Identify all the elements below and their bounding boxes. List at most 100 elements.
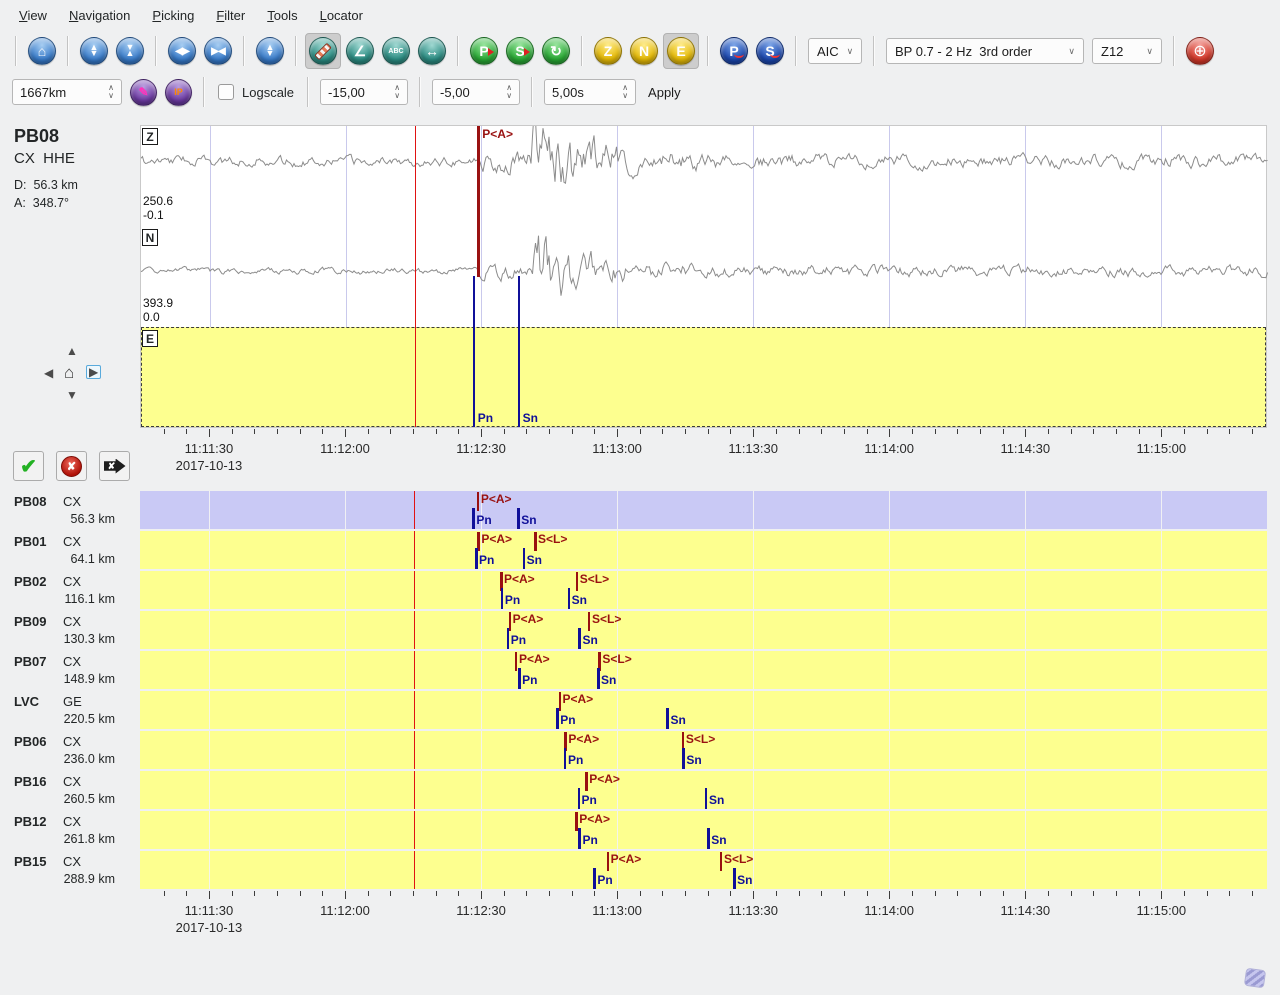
nav-left-button[interactable]: ◀ — [44, 367, 53, 379]
amplitude-zoom-in-button[interactable]: ▼ ▲ — [116, 37, 144, 65]
pick-marker-Pn[interactable] — [578, 828, 581, 849]
station-trace-area[interactable]: P<A>PnSn — [140, 691, 1267, 729]
pick-marker-Sn[interactable] — [523, 548, 526, 569]
time-before-spinbox[interactable]: -15,00 ∧∨ — [320, 79, 408, 105]
station-row[interactable]: PB07 CX 148.9 km P<A>S<L>PnSn — [0, 651, 1280, 689]
nav-right-button[interactable]: ▶ — [86, 365, 101, 379]
pick-marker-Sn[interactable] — [705, 788, 708, 809]
pick-marker-Pn[interactable] — [556, 708, 559, 729]
pick-marker-Pn[interactable] — [501, 588, 504, 609]
pick-marker-PA[interactable] — [477, 492, 480, 511]
waveform-panel[interactable]: Z N E 250.6 -0.1 393.9 0.0 P<A>PnSn — [140, 125, 1267, 428]
relocate-button[interactable]: ⊕ — [1186, 37, 1214, 65]
station-row[interactable]: PB02 CX 116.1 km P<A>S<L>PnSn — [0, 571, 1280, 609]
measure-angle-button[interactable]: ∠ — [346, 37, 374, 65]
channel-label-z[interactable]: Z — [142, 128, 158, 145]
time-zoom-out-button[interactable]: ◀▶ — [168, 37, 196, 65]
scale-amplitudes-button[interactable]: ▲ ▼ — [256, 37, 284, 65]
station-row[interactable]: PB16 CX 260.5 km P<A>PnSn — [0, 771, 1280, 809]
repick-button[interactable]: ↻ — [542, 37, 570, 65]
pick-marker-Pn[interactable] — [564, 748, 567, 769]
pick-marker-Pn[interactable] — [593, 868, 596, 889]
pick-marker-PA[interactable] — [585, 772, 588, 791]
pick-marker-SL[interactable] — [576, 572, 579, 591]
pick-marker-PA[interactable] — [559, 692, 562, 711]
pick-p-button[interactable]: P — [470, 37, 498, 65]
reject-button[interactable]: ✘ — [56, 451, 87, 481]
station-row[interactable]: PB06 CX 236.0 km P<A>S<L>PnSn — [0, 731, 1280, 769]
pick-marker-Sn[interactable] — [733, 868, 736, 889]
apply-button[interactable]: Apply — [640, 85, 689, 100]
menu-tools[interactable]: Tools — [256, 3, 308, 28]
spinner-arrows-icon[interactable]: ∧∨ — [622, 84, 628, 99]
station-row[interactable]: PB12 CX 261.8 km P<A>PnSn — [0, 811, 1280, 849]
pick-marker-PA[interactable] — [477, 126, 480, 277]
spinner-arrows-icon[interactable]: ∧∨ — [108, 84, 114, 99]
pick-marker-Pn[interactable] — [507, 628, 510, 649]
component-e-button[interactable]: E — [667, 37, 695, 65]
time-after-spinbox[interactable]: -5,00 ∧∨ — [432, 79, 520, 105]
pick-marker-Sn[interactable] — [517, 508, 520, 529]
pick-marker-Sn[interactable] — [666, 708, 669, 729]
component-z-button[interactable]: Z — [594, 37, 622, 65]
pick-marker-Sn[interactable] — [682, 748, 685, 769]
station-trace-area[interactable]: P<A>S<L>PnSn — [140, 571, 1267, 609]
theoretical-s-button[interactable]: S — [756, 37, 784, 65]
pick-s-button[interactable]: S — [506, 37, 534, 65]
pick-marker-PA[interactable] — [607, 852, 610, 871]
pick-marker-SL[interactable] — [588, 612, 591, 631]
pick-marker-PA[interactable] — [575, 812, 578, 831]
station-trace-area[interactable]: P<A>S<L>PnSn — [140, 731, 1267, 769]
pick-marker-Sn[interactable] — [568, 588, 571, 609]
nav-home-button[interactable]: ⌂ — [64, 364, 74, 381]
default-view-button[interactable]: ⌂ — [28, 37, 56, 65]
station-trace-area[interactable]: P<A>S<L>PnSn — [140, 531, 1267, 569]
pick-marker-SL[interactable] — [534, 532, 537, 551]
station-trace-area[interactable]: P<A>S<L>PnSn — [140, 851, 1267, 889]
step-spinbox[interactable]: 5,00s ∧∨ — [544, 79, 636, 105]
pick-marker-Pn[interactable] — [475, 548, 478, 569]
menu-view[interactable]: View — [8, 3, 58, 28]
pick-marker-Pn[interactable] — [518, 668, 521, 689]
station-trace-area[interactable]: P<A>PnSn — [140, 811, 1267, 849]
pick-marker-Pn[interactable] — [472, 508, 475, 529]
orientation-combo[interactable]: Z12 ∨ — [1092, 38, 1162, 64]
pick-marker-SL[interactable] — [720, 852, 723, 871]
station-row[interactable]: LVC GE 220.5 km P<A>PnSn — [0, 691, 1280, 729]
pick-marker-Sn[interactable] — [578, 628, 581, 649]
station-row[interactable]: PB08 CX 56.3 km P<A>PnSn — [0, 491, 1280, 529]
pick-marker-Sn[interactable] — [597, 668, 600, 689]
accept-button[interactable]: ✔ — [13, 451, 44, 481]
menu-picking[interactable]: Picking — [141, 3, 205, 28]
station-trace-area[interactable]: P<A>PnSn — [140, 771, 1267, 809]
amplitude-zoom-out-button[interactable]: ▲ ▼ — [80, 37, 108, 65]
menu-navigation[interactable]: Navigation — [58, 3, 141, 28]
size-grip[interactable] — [1244, 968, 1266, 989]
theoretical-p-button[interactable]: P — [720, 37, 748, 65]
picker-algorithm-combo[interactable]: AIC ∨ — [808, 38, 862, 64]
measure-ruler-button[interactable] — [309, 37, 337, 65]
pick-pencil-button[interactable]: ✎ — [130, 79, 157, 106]
filter-combo[interactable]: BP 0.7 - 2 Hz 3rd order ∨ — [886, 38, 1084, 64]
annotate-button[interactable]: ABC — [382, 37, 410, 65]
station-row[interactable]: PB01 CX 64.1 km P<A>S<L>PnSn — [0, 531, 1280, 569]
logscale-checkbox[interactable] — [218, 84, 234, 100]
station-trace-area[interactable]: P<A>S<L>PnSn — [140, 611, 1267, 649]
skip-next-button[interactable]: ✘ — [99, 451, 130, 481]
station-row[interactable]: PB09 CX 130.3 km P<A>S<L>PnSn — [0, 611, 1280, 649]
channel-label-e[interactable]: E — [142, 330, 158, 347]
nav-down-button[interactable]: ▼ — [66, 389, 78, 401]
menu-filter[interactable]: Filter — [205, 3, 256, 28]
spinner-arrows-icon[interactable]: ∧∨ — [506, 84, 512, 99]
pick-marker-Sn[interactable] — [518, 276, 521, 427]
menu-locator[interactable]: Locator — [309, 3, 374, 28]
component-n-button[interactable]: N — [630, 37, 658, 65]
pick-marker-PA[interactable] — [477, 532, 480, 551]
spinner-arrows-icon[interactable]: ∧∨ — [394, 84, 400, 99]
pick-marker-Pn[interactable] — [578, 788, 581, 809]
pick-marker-Pn[interactable] — [473, 276, 476, 427]
ip-tool-button[interactable]: IP — [165, 79, 192, 106]
nav-up-button[interactable]: ▲ — [66, 345, 78, 357]
station-row[interactable]: PB15 CX 288.9 km P<A>S<L>PnSn — [0, 851, 1280, 889]
station-trace-area[interactable]: P<A>PnSn — [140, 491, 1267, 529]
